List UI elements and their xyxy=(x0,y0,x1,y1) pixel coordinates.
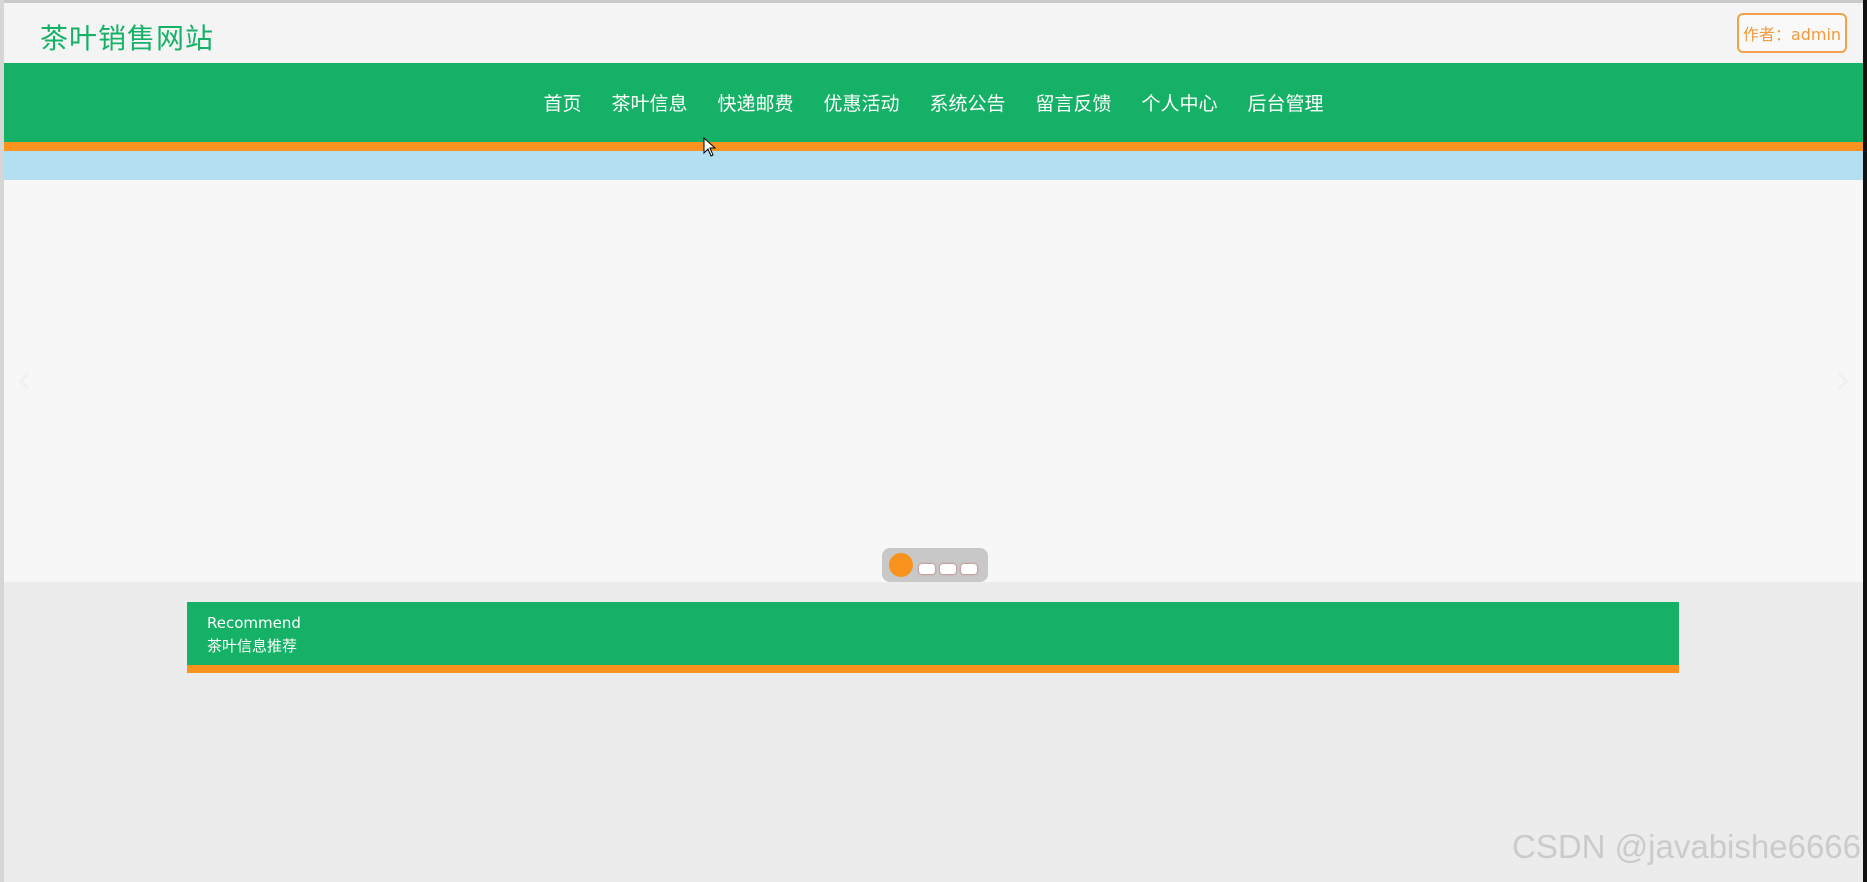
watermark: CSDN @javabishe6666 xyxy=(1511,828,1861,865)
nav-item-home[interactable]: 首页 xyxy=(528,89,596,116)
carousel-indicators xyxy=(882,548,988,582)
carousel-dot[interactable] xyxy=(961,564,977,574)
carousel-next-arrow-icon[interactable]: › xyxy=(1823,350,1863,410)
main-nav: 首页 茶叶信息 快递邮费 优惠活动 系统公告 留言反馈 个人中心 后台管理 xyxy=(4,63,1863,142)
recommend-accent-bar xyxy=(187,665,1679,673)
carousel-dot[interactable] xyxy=(919,564,935,574)
image-carousel[interactable]: ‹ › xyxy=(4,180,1863,582)
mouse-cursor-icon xyxy=(703,137,717,157)
carousel-dot-active[interactable] xyxy=(889,553,913,577)
nav-list: 首页 茶叶信息 快递邮费 优惠活动 系统公告 留言反馈 个人中心 后台管理 xyxy=(4,63,1863,142)
site-title[interactable]: 茶叶销售网站 xyxy=(40,17,214,57)
recommend-section-header: Recommend 茶叶信息推荐 xyxy=(187,602,1679,665)
nav-item-promotions[interactable]: 优惠活动 xyxy=(808,89,914,116)
nav-accent-bar xyxy=(4,142,1863,151)
recommend-title-en: Recommend xyxy=(207,614,301,632)
nav-item-admin[interactable]: 后台管理 xyxy=(1233,89,1339,116)
carousel-dot[interactable] xyxy=(940,564,956,574)
site-header: 茶叶销售网站 作者：admin xyxy=(4,3,1863,63)
recommend-title-cn: 茶叶信息推荐 xyxy=(207,637,298,655)
nav-item-tea-info[interactable]: 茶叶信息 xyxy=(596,89,702,116)
window-right-border xyxy=(1863,0,1867,882)
author-button[interactable]: 作者：admin xyxy=(1737,13,1847,53)
nav-item-shipping[interactable]: 快递邮费 xyxy=(702,89,808,116)
nav-item-announcements[interactable]: 系统公告 xyxy=(915,89,1021,116)
nav-item-feedback[interactable]: 留言反馈 xyxy=(1021,89,1127,116)
nav-item-personal-center[interactable]: 个人中心 xyxy=(1127,89,1233,116)
carousel-prev-arrow-icon[interactable]: ‹ xyxy=(4,350,44,410)
banner-strip xyxy=(4,151,1863,180)
